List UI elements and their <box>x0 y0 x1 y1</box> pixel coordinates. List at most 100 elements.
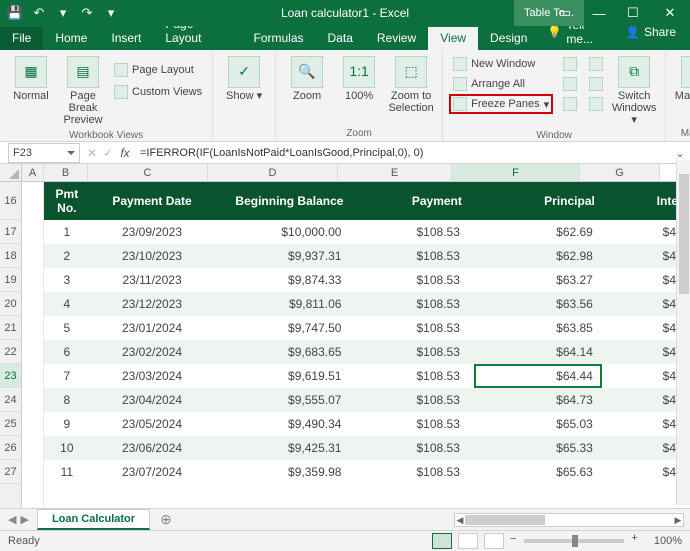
cell-pmt[interactable]: 9 <box>44 412 90 436</box>
select-all[interactable] <box>0 164 22 181</box>
cell-date[interactable]: 23/02/2024 <box>90 340 215 364</box>
cell-interest[interactable]: $4 <box>601 220 684 244</box>
sidebyside-button[interactable] <box>585 54 607 74</box>
nav-prev-icon[interactable]: ◀ <box>8 513 16 526</box>
cell-begbal[interactable]: $9,619.51 <box>214 364 349 388</box>
scroll-right-icon[interactable]: ▶ <box>673 515 683 525</box>
cell-principal[interactable]: $63.56 <box>468 292 601 316</box>
macros-button[interactable]: ▶Macros ▾ <box>672 54 690 104</box>
cancel-icon[interactable]: ✕ <box>84 146 100 160</box>
tab-data[interactable]: Data <box>316 27 365 50</box>
cell-pmt[interactable]: 1 <box>44 220 90 244</box>
cell-pmt[interactable]: 7 <box>44 364 90 388</box>
cell-pmt[interactable]: 6 <box>44 340 90 364</box>
save-icon[interactable]: 💾 <box>6 4 24 22</box>
cell-begbal[interactable]: $9,874.33 <box>214 268 349 292</box>
row-header[interactable]: 16 <box>0 182 21 220</box>
page-break-button[interactable]: ▤Page Break Preview <box>58 54 108 128</box>
cell-pmt[interactable]: 3 <box>44 268 90 292</box>
cell-begbal[interactable]: $9,555.07 <box>214 388 349 412</box>
cell-payment[interactable]: $108.53 <box>349 388 467 412</box>
cell-payment[interactable]: $108.53 <box>349 316 467 340</box>
page-layout-button[interactable]: Page Layout <box>110 60 206 80</box>
table-row[interactable]: 623/02/2024$9,683.65$108.53$64.14$4 <box>44 340 684 364</box>
cell-principal[interactable]: $63.27 <box>468 268 601 292</box>
cell-interest[interactable]: $4 <box>601 412 684 436</box>
zoom-button[interactable]: 🔍Zoom <box>282 54 332 104</box>
row-header[interactable]: 21 <box>0 316 21 340</box>
table-row[interactable]: 123/09/2023$10,000.00$108.53$62.69$4 <box>44 220 684 244</box>
row-header[interactable]: 20 <box>0 292 21 316</box>
row-header[interactable]: 19 <box>0 268 21 292</box>
new-window-button[interactable]: New Window <box>449 54 553 74</box>
show-button[interactable]: ✓Show ▾ <box>219 54 269 104</box>
switch-windows-button[interactable]: ⧉Switch Windows ▾ <box>609 54 659 128</box>
table-row[interactable]: 823/04/2024$9,555.07$108.53$64.73$4 <box>44 388 684 412</box>
zoom-thumb[interactable] <box>572 535 578 547</box>
cell-payment[interactable]: $108.53 <box>349 364 467 388</box>
cell-principal[interactable]: $64.44 <box>468 364 601 388</box>
redo-icon[interactable]: ↷ <box>78 4 96 22</box>
custom-views-button[interactable]: Custom Views <box>110 82 206 102</box>
cell-payment[interactable]: $108.53 <box>349 268 467 292</box>
split-button[interactable] <box>559 54 581 74</box>
cell-pmt[interactable]: 5 <box>44 316 90 340</box>
maximize-icon[interactable]: ☐ <box>616 0 650 26</box>
cell-interest[interactable]: $4 <box>601 316 684 340</box>
table-row[interactable]: 1123/07/2024$9,359.98$108.53$65.63$4 <box>44 460 684 484</box>
cell-pmt[interactable]: 10 <box>44 436 90 460</box>
cell-payment[interactable]: $108.53 <box>349 460 467 484</box>
cell-payment[interactable]: $108.53 <box>349 220 467 244</box>
qat-customize-icon[interactable]: ▾ <box>102 4 120 22</box>
cell-payment[interactable]: $108.53 <box>349 244 467 268</box>
tab-insert[interactable]: Insert <box>99 27 153 50</box>
col-header-A[interactable]: A <box>22 164 44 181</box>
zoom-level[interactable]: 100% <box>654 535 682 547</box>
cell-payment[interactable]: $108.53 <box>349 436 467 460</box>
cell-begbal[interactable]: $9,359.98 <box>214 460 349 484</box>
cell-principal[interactable]: $64.73 <box>468 388 601 412</box>
cell-principal[interactable]: $64.14 <box>468 340 601 364</box>
cell-pmt[interactable]: 2 <box>44 244 90 268</box>
col-header-B[interactable]: B <box>44 164 88 181</box>
cell-interest[interactable]: $4 <box>601 268 684 292</box>
view-normal-icon[interactable] <box>432 533 452 549</box>
formula-input[interactable]: =IFERROR(IF(LoanIsNotPaid*LoanIsGood,Pri… <box>134 147 670 159</box>
cell-date[interactable]: 23/07/2024 <box>90 460 215 484</box>
expand-formula-icon[interactable]: ⌄ <box>670 146 690 160</box>
table-row[interactable]: 1023/06/2024$9,425.31$108.53$65.33$4 <box>44 436 684 460</box>
nav-next-icon[interactable]: ▶ <box>20 513 28 526</box>
cell-begbal[interactable]: $9,937.31 <box>214 244 349 268</box>
sheet-tab[interactable]: Loan Calculator <box>37 509 150 530</box>
scroll-left-icon[interactable]: ◀ <box>455 515 465 525</box>
ribbon-options-icon[interactable]: ▭ <box>548 0 582 26</box>
tab-home[interactable]: Home <box>43 27 99 50</box>
view-pagebreak-icon[interactable] <box>484 533 504 549</box>
row-header[interactable]: 25 <box>0 412 21 436</box>
row-header[interactable]: 26 <box>0 436 21 460</box>
cell-principal[interactable]: $62.98 <box>468 244 601 268</box>
resetpos-button[interactable] <box>585 94 607 114</box>
vertical-scrollbar[interactable] <box>676 160 690 505</box>
cell-interest[interactable]: $4 <box>601 292 684 316</box>
cell-principal[interactable]: $65.03 <box>468 412 601 436</box>
name-box[interactable]: F23 <box>8 143 80 163</box>
enter-icon[interactable]: ✓ <box>100 146 116 160</box>
cell-date[interactable]: 23/05/2024 <box>90 412 215 436</box>
cell-date[interactable]: 23/09/2023 <box>90 220 215 244</box>
cell-begbal[interactable]: $10,000.00 <box>214 220 349 244</box>
col-header-C[interactable]: C <box>88 164 208 181</box>
cell-interest[interactable]: $4 <box>601 460 684 484</box>
cell-pmt[interactable]: 11 <box>44 460 90 484</box>
cell-payment[interactable]: $108.53 <box>349 340 467 364</box>
row-header[interactable]: 27 <box>0 460 21 484</box>
cell-date[interactable]: 23/11/2023 <box>90 268 215 292</box>
tab-view[interactable]: View <box>428 27 478 50</box>
worksheet[interactable]: A B C D E F G 16 17 18 19 20 21 22 23 24… <box>0 164 690 508</box>
cell-payment[interactable]: $108.53 <box>349 412 467 436</box>
cell-begbal[interactable]: $9,425.31 <box>214 436 349 460</box>
col-header-F[interactable]: F <box>452 164 580 181</box>
horizontal-scrollbar[interactable]: ◀ ▶ <box>454 513 684 527</box>
fx-icon[interactable]: fx <box>116 146 134 160</box>
hide-button[interactable] <box>559 74 581 94</box>
